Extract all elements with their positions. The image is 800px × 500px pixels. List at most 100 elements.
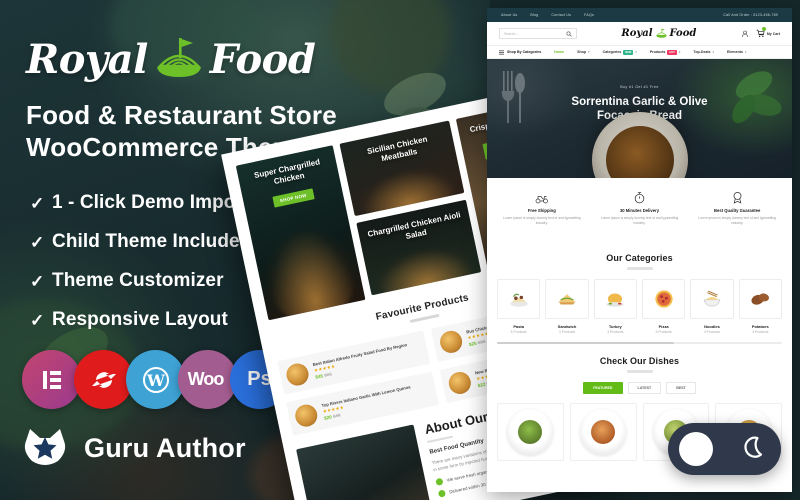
mockup-banner-tile[interactable]: Sicilian Chicken Meatballs	[339, 120, 465, 217]
nav-item-products[interactable]: Products HOT ▾	[649, 49, 680, 55]
hamburger-icon	[499, 50, 504, 54]
top-link-contact-us[interactable]: Contact Us	[551, 13, 571, 17]
category-card-sandwich[interactable]: Sandwich 3 Products	[545, 278, 589, 334]
woocommerce-badge-icon: Woo	[178, 350, 237, 409]
category-card-turkey[interactable]: Turkey 3 Products	[593, 278, 637, 334]
nav-item-elements[interactable]: Elements ▾	[727, 50, 747, 54]
top-link-faqs[interactable]: FAQs	[584, 13, 594, 17]
quality-badge-icon	[694, 191, 780, 204]
product-thumbnail	[438, 328, 465, 355]
cart-button[interactable]: My Cart	[756, 27, 780, 38]
hero-banner: Buy #1 Get #1 Free Sorrentina Garlic & O…	[487, 59, 792, 178]
cart-label: My Cart	[766, 31, 780, 36]
dish-decor	[372, 240, 476, 296]
toggle-knob[interactable]	[679, 432, 713, 466]
category-card-potatoes[interactable]: Potatoes 3 Products	[738, 278, 782, 334]
feature-text: Lorem ipsum is simply dummy text of and …	[600, 216, 679, 226]
top-link-blog[interactable]: Blog	[530, 13, 538, 17]
category-card-pizza[interactable]: Pizza 3 Products	[641, 278, 686, 334]
product-price: $45	[315, 373, 324, 381]
dishes-title: Check Our Dishes	[599, 355, 680, 366]
check-icon: ✓	[30, 310, 45, 330]
brand-logo: Royal Food	[26, 32, 326, 86]
nav-label: Products	[649, 50, 666, 54]
category-count: 3 Products	[558, 329, 576, 334]
sandwich-icon	[545, 278, 589, 319]
nav-label: Elements	[727, 50, 743, 54]
category-scrollbar[interactable]	[497, 341, 782, 344]
pasta-bowl-logo-icon	[655, 28, 667, 38]
search-icon[interactable]	[566, 30, 572, 37]
nav-item-shop[interactable]: Shop ▾	[577, 50, 590, 54]
cutlery-decor-icon	[501, 71, 525, 123]
check-icon: ✓	[30, 193, 45, 213]
guru-cat-icon	[18, 425, 72, 471]
moon-icon	[744, 436, 763, 458]
check-icon: ✓	[30, 271, 45, 291]
categories-title: Our Categories	[606, 252, 673, 263]
main-navigation: Shop By Categories Home Shop ▾ Categorie…	[487, 46, 792, 59]
nav-label: Top-Deals	[693, 50, 711, 54]
chevron-down-icon: ▾	[745, 50, 747, 54]
brand-name-royal: Royal	[26, 35, 148, 83]
tab-featured[interactable]: FEATURED	[583, 381, 623, 394]
categories-header: Our Categories	[487, 241, 792, 270]
pasta-icon	[497, 278, 541, 319]
dish-decor	[258, 222, 361, 321]
search-input[interactable]: Search...	[499, 28, 577, 39]
wordpress-badge-icon: W	[126, 350, 185, 409]
dish-card[interactable]	[497, 402, 564, 461]
dish-image	[580, 408, 627, 455]
chevron-down-icon: ▾	[712, 50, 715, 54]
category-count: 4 Products	[703, 329, 721, 334]
product-thumbnail	[293, 402, 320, 429]
nav-item-top-deals[interactable]: Top-Deals ▾	[693, 50, 714, 54]
dark-mode-toggle[interactable]	[668, 423, 781, 475]
revolution-slider-badge-icon	[74, 350, 133, 409]
feature-title: Free Shipping	[527, 208, 556, 213]
site-logo[interactable]: Royal Food	[621, 28, 696, 39]
user-icon[interactable]	[741, 30, 749, 38]
category-name: Potatoes	[751, 323, 769, 329]
dish-card[interactable]	[569, 402, 637, 461]
chevron-down-icon: ▾	[635, 50, 637, 54]
nav-label: Shop	[577, 50, 587, 54]
nav-badge-hot: HOT	[667, 49, 677, 55]
about-image	[296, 424, 433, 500]
tab-latest[interactable]: LATEST	[627, 381, 662, 394]
feature-text: Lorem ipsum is simply dummy text of and …	[503, 216, 581, 226]
product-price: $22	[477, 382, 486, 389]
mockup-banner-tile[interactable]: Chargrilled Chicken Aioli Salad	[356, 199, 482, 296]
top-utility-bar: About Us Blog Contact Us FAQs Call And O…	[487, 8, 792, 22]
category-card-pasta[interactable]: Pasta 3 Products	[497, 278, 541, 334]
nav-label: Home	[554, 50, 565, 54]
shop-now-button[interactable]: SHOP NOW	[271, 188, 315, 208]
dishes-tabs: FEATURED LATEST BEST	[487, 373, 792, 394]
category-name: Turkey	[608, 323, 622, 329]
category-count: 3 Products	[655, 329, 672, 334]
category-card-noodles[interactable]: Noodles 4 Products	[690, 278, 734, 334]
mockup-banner-column: Sicilian Chicken Meatballs Chargrilled C…	[339, 120, 482, 298]
elementor-badge-icon	[22, 350, 81, 409]
pizza-icon	[641, 278, 686, 319]
hero-title-line-1: Sorrentina Garlic & Olive	[571, 96, 708, 108]
guru-author-label: Guru Author	[84, 432, 246, 463]
feature-title: 30 Minutes Delivery	[619, 208, 660, 213]
nav-badge-new: NEW	[623, 49, 634, 55]
feature-30-minutes-delivery: 30 Minutes Delivery Lorem ipsum is simpl…	[591, 191, 689, 227]
cart-count-badge	[761, 27, 766, 31]
feature-text: Lorem ipsum is simply dummy text of and …	[698, 216, 776, 226]
check-icon: ✓	[30, 232, 45, 252]
tab-best[interactable]: BEST	[666, 381, 696, 394]
hero-kicker: Buy #1 Get #1 Free	[620, 85, 659, 89]
category-count: 3 Products	[607, 329, 624, 334]
top-link-about-us[interactable]: About Us	[501, 13, 517, 17]
product-thumbnail	[284, 361, 311, 388]
shop-by-categories-button[interactable]: Shop By Categories	[499, 50, 541, 55]
nav-item-categories[interactable]: Categories NEW ▾	[603, 49, 637, 55]
category-name: Pizza	[658, 323, 669, 329]
category-count: 3 Products	[510, 329, 527, 334]
nav-item-home[interactable]: Home	[554, 50, 564, 54]
site-logo-royal: Royal	[621, 28, 653, 39]
brand-name-food: Food	[209, 35, 316, 83]
